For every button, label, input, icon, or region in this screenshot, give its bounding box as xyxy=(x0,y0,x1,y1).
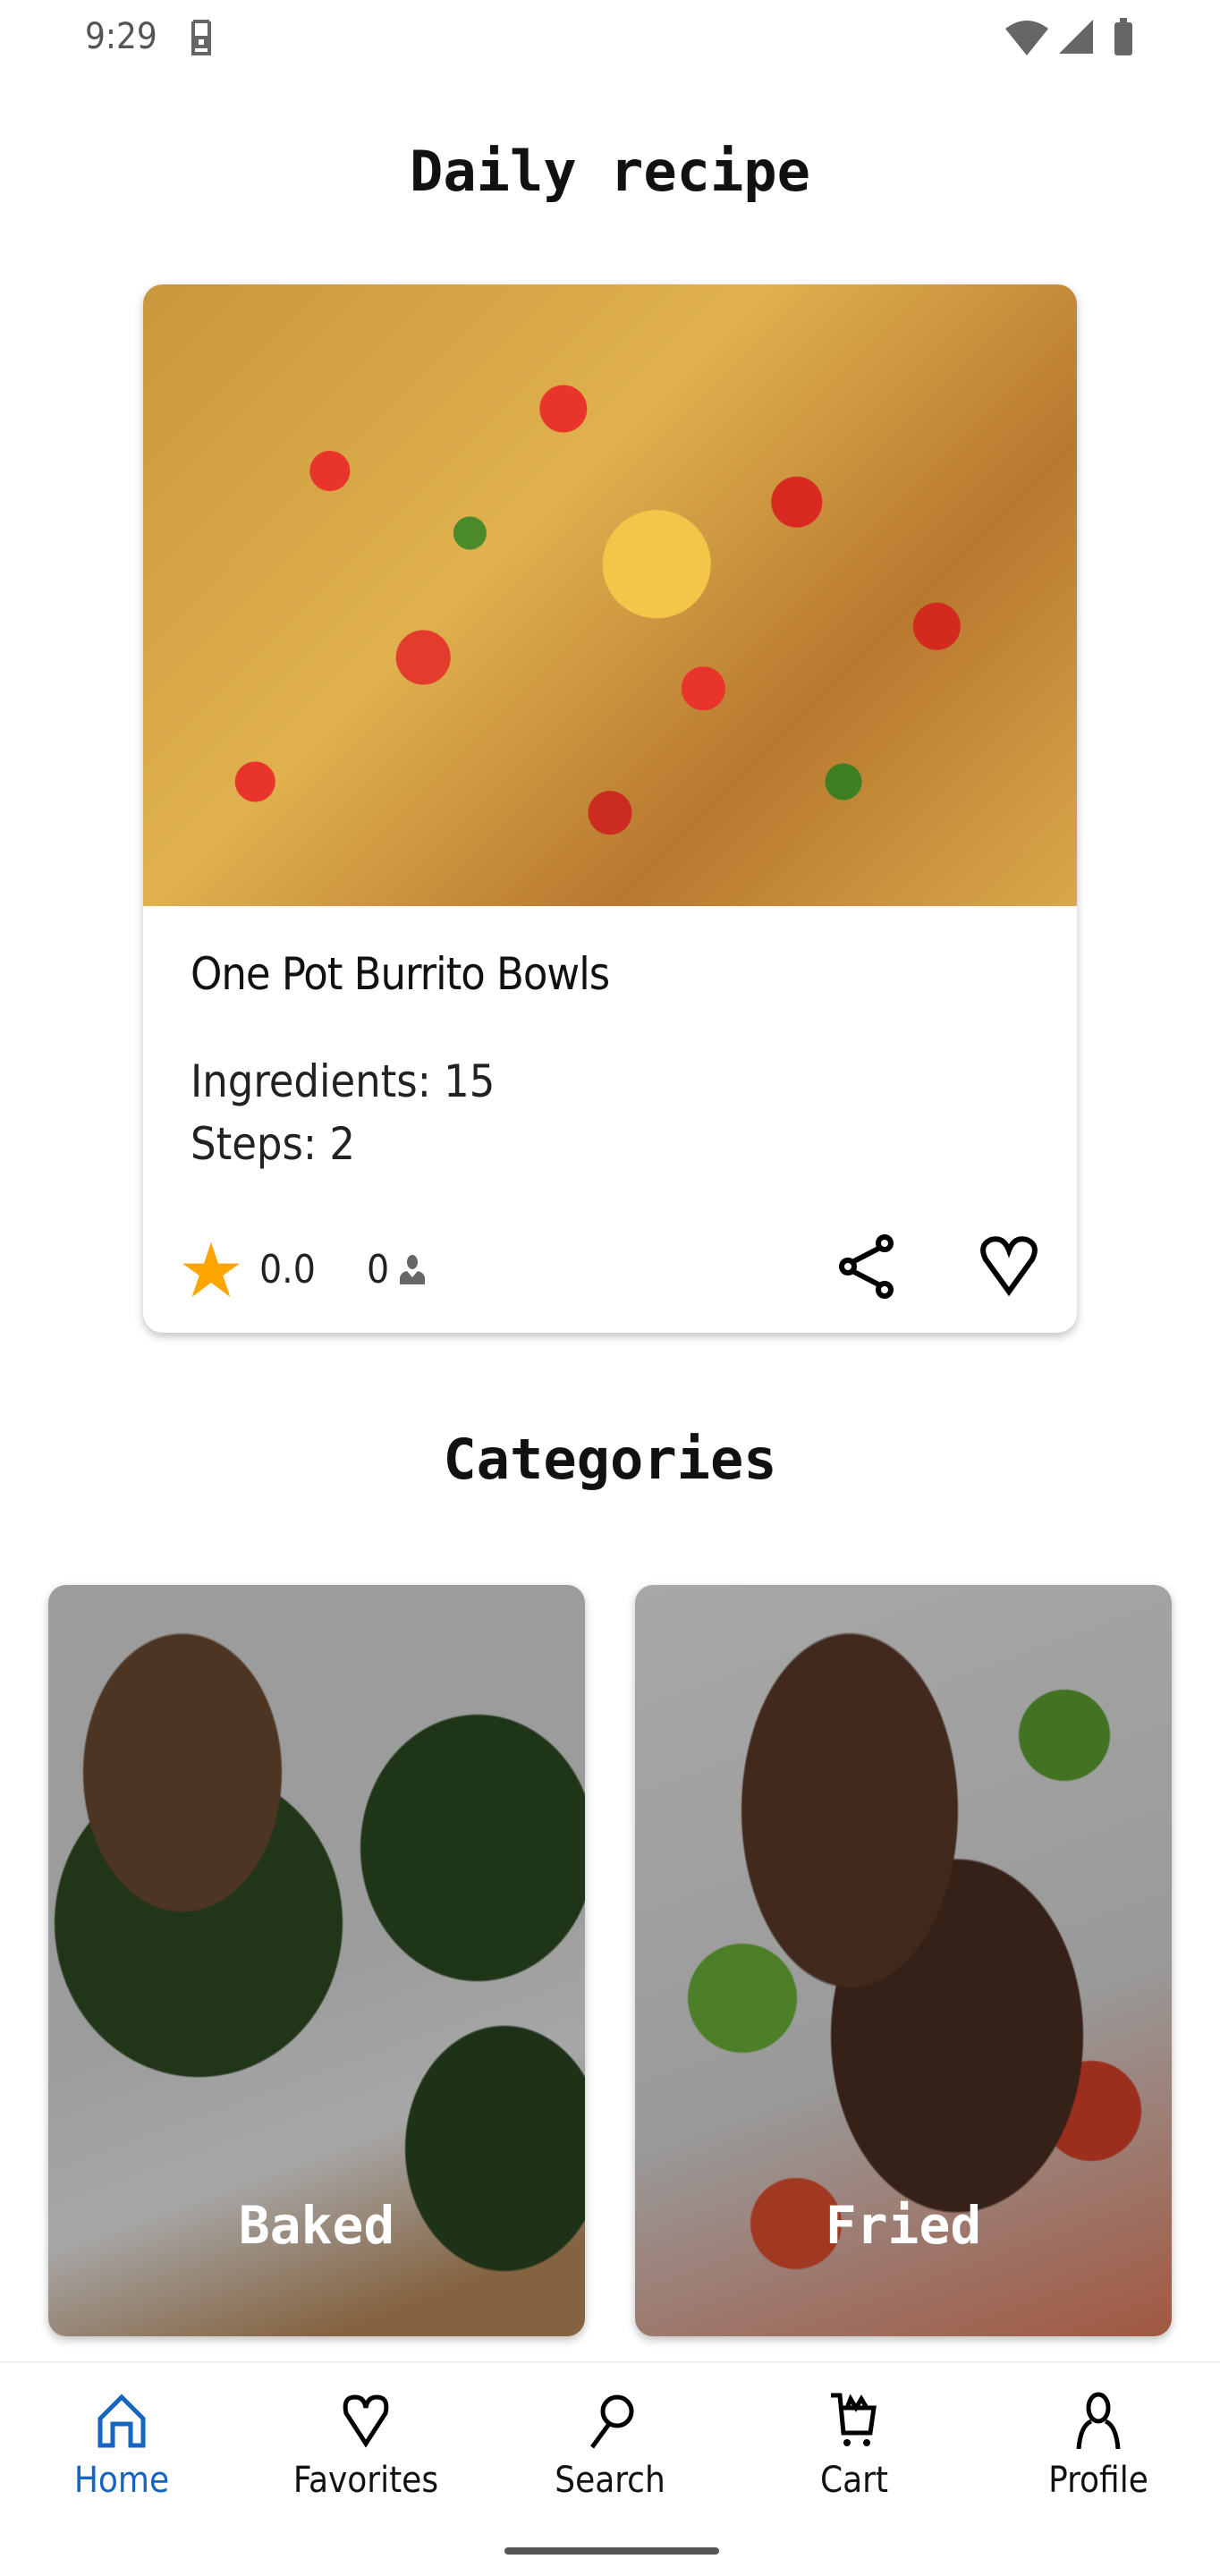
recipe-ingredients: Ingredients: 15 xyxy=(191,1055,496,1107)
nav-label: Cart xyxy=(819,2460,889,2501)
cart-icon xyxy=(831,2393,877,2446)
review-count: 0 xyxy=(367,1247,390,1292)
daily-recipe-heading: Daily recipe xyxy=(410,139,810,204)
home-icon xyxy=(97,2394,146,2448)
nav-label: Favorites xyxy=(292,2460,439,2501)
category-card-fried[interactable]: Fried xyxy=(635,1585,1172,2336)
status-time: 9:29 xyxy=(85,16,157,57)
heart-icon xyxy=(343,2394,389,2448)
person-icon xyxy=(400,1255,425,1284)
rating-row: 0.0 0 xyxy=(182,1233,1041,1304)
category-label: Baked xyxy=(238,2195,395,2256)
rating-value: 0.0 xyxy=(259,1247,316,1292)
category-card-baked[interactable]: Baked xyxy=(48,1585,585,2336)
nav-cart[interactable]: Cart xyxy=(733,2363,976,2524)
share-icon[interactable] xyxy=(835,1233,898,1301)
nav-label: Search xyxy=(555,2460,665,2501)
recipe-steps: Steps: 2 xyxy=(191,1118,355,1170)
signal-icon xyxy=(1059,20,1093,54)
nav-label: Profile xyxy=(1048,2460,1148,2501)
categories-heading: Categories xyxy=(443,1427,777,1492)
nav-search[interactable]: Search xyxy=(488,2363,732,2524)
home-indicator[interactable] xyxy=(504,2547,719,2555)
wifi-icon xyxy=(1005,21,1048,55)
storage-icon xyxy=(191,20,211,55)
nav-favorites[interactable]: Favorites xyxy=(244,2363,487,2524)
star-icon xyxy=(182,1241,240,1297)
daily-recipe-card[interactable]: One Pot Burrito Bowls Ingredients: 15 St… xyxy=(143,284,1077,1333)
nav-profile[interactable]: Profile xyxy=(977,2363,1220,2524)
recipe-image xyxy=(143,284,1077,906)
nav-label: Home xyxy=(73,2460,170,2501)
nav-home[interactable]: Home xyxy=(0,2363,243,2524)
status-bar: 9:29 xyxy=(0,0,1220,75)
recipe-title: One Pot Burrito Bowls xyxy=(191,948,610,1000)
category-label: Fried xyxy=(825,2195,982,2256)
battery-icon xyxy=(1114,18,1132,55)
favorite-heart-icon[interactable] xyxy=(977,1233,1041,1301)
bottom-navigation: Home Favorites Search Cart Profile xyxy=(0,2361,1220,2576)
search-icon xyxy=(589,2394,634,2449)
person-icon xyxy=(1076,2392,1121,2449)
